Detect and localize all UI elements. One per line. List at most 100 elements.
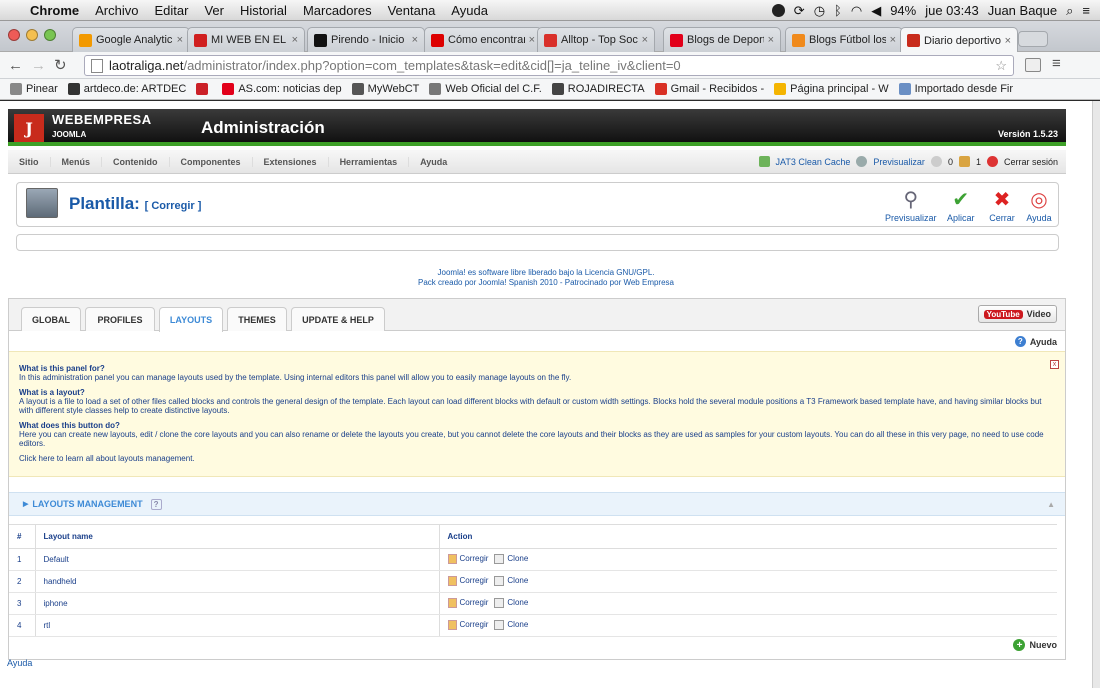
menu-marcadores[interactable]: Marcadores	[303, 3, 372, 18]
notification-list-icon[interactable]: ≡	[1082, 3, 1090, 18]
menu-menus[interactable]: Menús	[51, 156, 103, 167]
extension-icon[interactable]	[1025, 58, 1041, 72]
tab-profiles[interactable]: PROFILES	[85, 307, 155, 331]
browser-tab[interactable]: Diario deportivo ×	[900, 27, 1018, 53]
back-icon[interactable]: ←	[8, 57, 23, 74]
help-button[interactable]: ◎ Ayuda	[1026, 189, 1052, 223]
browser-tab[interactable]: MI WEB EN EL M ×	[187, 27, 305, 52]
menu-ayuda[interactable]: Ayuda	[451, 3, 488, 18]
edit-layout-button[interactable]: Corregir	[447, 597, 488, 608]
menu-ventana[interactable]: Ventana	[388, 3, 436, 18]
browser-tab[interactable]: Blogs Fútbol los ×	[785, 27, 903, 52]
bookmark-item[interactable]: Web Oficial del C.F.	[429, 83, 542, 95]
volume-icon[interactable]: ◀	[871, 3, 881, 19]
preview-button[interactable]: ⚲ Previsualizar	[885, 189, 937, 223]
edit-layout-button[interactable]: Corregir	[447, 619, 488, 630]
menu-app-name[interactable]: Chrome	[30, 3, 79, 18]
tab-layouts[interactable]: LAYOUTS	[159, 307, 223, 332]
help-close-icon[interactable]: x	[1050, 360, 1059, 369]
tab-close-icon[interactable]: ×	[642, 34, 648, 46]
menu-historial[interactable]: Historial	[240, 3, 287, 18]
tab-close-icon[interactable]: ×	[529, 34, 535, 46]
close-button[interactable]: ✖ Cerrar	[989, 189, 1015, 223]
layouts-management-header[interactable]: ▶ LAYOUTS MANAGEMENT ? ▲	[9, 492, 1065, 516]
address-bar[interactable]: laotraliga.net/administrator/index.php?o…	[84, 55, 1014, 76]
tab-close-icon[interactable]: ×	[1005, 35, 1011, 47]
wifi-icon[interactable]: ◠	[851, 3, 862, 19]
clean-cache-link[interactable]: JAT3 Clean Cache	[776, 157, 851, 167]
tab-update-help[interactable]: UPDATE & HELP	[291, 307, 385, 331]
panel-help-link[interactable]: ? Ayuda	[1014, 336, 1057, 347]
menu-contenido[interactable]: Contenido	[102, 156, 170, 167]
zoom-window-button[interactable]	[44, 29, 56, 41]
red-dot-icon	[431, 33, 444, 47]
tab-themes[interactable]: THEMES	[227, 307, 287, 331]
menu-extensiones[interactable]: Extensiones	[253, 156, 329, 167]
menu-sitio[interactable]: Sitio	[8, 156, 51, 167]
tab-close-icon[interactable]: ×	[890, 34, 896, 46]
preview-link[interactable]: Previsualizar	[873, 157, 925, 167]
menu-editar[interactable]: Editar	[154, 3, 188, 18]
video-button[interactable]: YouTube Video	[977, 305, 1057, 323]
spotlight-icon[interactable]: ⌕	[1066, 3, 1073, 19]
chrome-menu-icon[interactable]: ≡	[1052, 55, 1061, 72]
toolbar-box: Plantilla: [ Corregir ] ⚲ Previsualizar ✔…	[16, 182, 1059, 227]
forward-icon[interactable]: →	[31, 57, 46, 74]
tab-close-icon[interactable]: ×	[412, 34, 418, 46]
tab-global[interactable]: GLOBAL	[21, 307, 81, 331]
close-window-button[interactable]	[8, 29, 20, 41]
browser-tab[interactable]: Alltop - Top Soc ×	[537, 27, 655, 52]
browser-tab[interactable]: Blogs de Deport ×	[663, 27, 781, 52]
bookmark-item[interactable]: artdeco.de: ARTDEC	[67, 83, 186, 95]
clone-layout-button[interactable]: Clone	[494, 575, 528, 586]
clone-layout-button[interactable]: Clone	[494, 597, 528, 608]
logout-link[interactable]: Cerrar sesión	[1004, 157, 1058, 167]
reload-icon[interactable]: ↻	[54, 56, 67, 74]
clock[interactable]: jue 03:43	[925, 3, 979, 18]
new-tab-button[interactable]	[1018, 31, 1048, 47]
bookmark-item[interactable]: Importado desde Fir	[898, 83, 1013, 95]
page-scrollbar[interactable]	[1092, 101, 1100, 688]
row-number: 1	[9, 548, 35, 571]
checkmark-icon: ✔	[952, 189, 970, 211]
tab-close-icon[interactable]: ×	[292, 34, 298, 46]
battery-percent[interactable]: 94%	[890, 3, 916, 18]
menu-archivo[interactable]: Archivo	[95, 3, 138, 18]
new-layout-button[interactable]: + Nuevo	[1013, 639, 1057, 651]
browser-tab[interactable]: Google Analytic ×	[72, 27, 190, 52]
help-learn-link[interactable]: Click here to learn all about layouts ma…	[19, 454, 1055, 463]
bookmark-item[interactable]: AS.com: noticias dep	[222, 83, 342, 95]
section-help-icon[interactable]: ?	[150, 498, 162, 510]
edit-layout-button[interactable]: Corregir	[447, 575, 488, 586]
time-machine-icon[interactable]: ◷	[814, 3, 825, 19]
bookmark-item[interactable]: Página principal - W	[774, 83, 889, 95]
clone-layout-button[interactable]: Clone	[494, 619, 528, 630]
tab-close-icon[interactable]: ×	[768, 34, 774, 46]
bookmark-item[interactable]	[196, 83, 212, 95]
sync-icon[interactable]: ⟳	[794, 3, 805, 19]
status-app-icon[interactable]	[771, 4, 785, 17]
row-number: 3	[9, 592, 35, 615]
bookmark-item[interactable]: MyWebCT	[351, 83, 419, 95]
footer-help-link[interactable]: Ayuda	[7, 658, 32, 668]
clone-layout-button[interactable]: Clone	[494, 553, 528, 564]
minimize-window-button[interactable]	[26, 29, 38, 41]
browser-tab[interactable]: Pirendo - Inicio ×	[307, 27, 425, 52]
bluetooth-icon[interactable]: ᛒ	[834, 3, 842, 18]
bookmark-item[interactable]: Pinear	[10, 83, 58, 95]
menu-ver[interactable]: Ver	[204, 3, 224, 18]
collapse-icon[interactable]: ▲	[1047, 500, 1055, 509]
bookmark-item[interactable]: ROJADIRECTA	[551, 83, 645, 95]
bookmark-item[interactable]: Gmail - Recibidos -	[654, 83, 764, 95]
credits-line-1[interactable]: Joomla! es software libre liberado bajo …	[0, 268, 1092, 278]
browser-tab[interactable]: Cómo encontrar ×	[424, 27, 542, 52]
credits-line-2[interactable]: Pack creado por Joomla! Spanish 2010 - P…	[0, 278, 1092, 288]
user-name[interactable]: Juan Baque	[988, 3, 1057, 18]
apply-button[interactable]: ✔ Aplicar	[947, 189, 975, 223]
tab-close-icon[interactable]: ×	[177, 34, 183, 46]
menu-herramientas[interactable]: Herramientas	[329, 156, 410, 167]
edit-layout-button[interactable]: Corregir	[447, 553, 488, 564]
bookmark-star-icon[interactable]: ☆	[995, 58, 1007, 74]
menu-ayuda-joomla[interactable]: Ayuda	[409, 157, 458, 167]
menu-componentes[interactable]: Componentes	[170, 156, 253, 167]
